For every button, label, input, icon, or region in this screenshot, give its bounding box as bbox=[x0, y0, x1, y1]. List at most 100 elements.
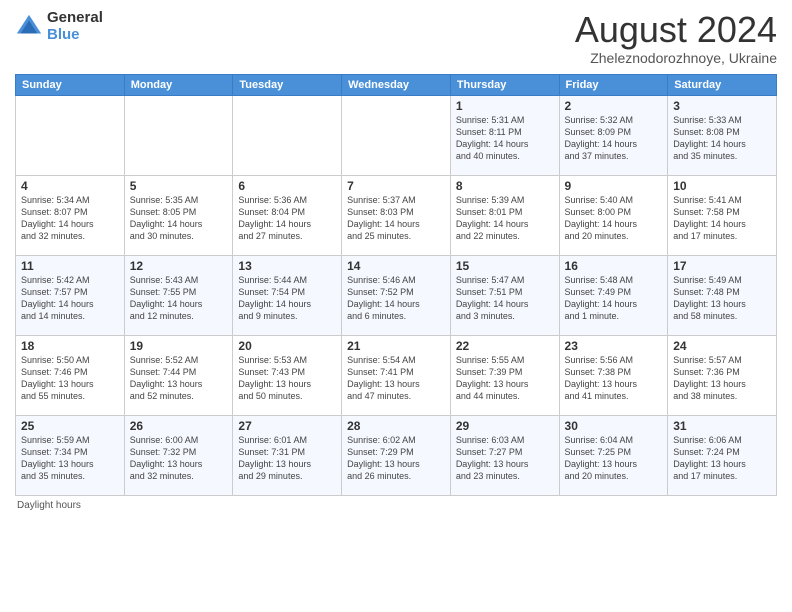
day-info: Sunrise: 6:01 AM Sunset: 7:31 PM Dayligh… bbox=[238, 434, 336, 483]
header-day: Wednesday bbox=[342, 74, 451, 95]
day-info: Sunrise: 5:36 AM Sunset: 8:04 PM Dayligh… bbox=[238, 194, 336, 243]
footer-text: Daylight hours bbox=[17, 500, 81, 511]
day-number: 1 bbox=[456, 99, 554, 113]
calendar-day: 8Sunrise: 5:39 AM Sunset: 8:01 PM Daylig… bbox=[450, 175, 559, 255]
calendar-week: 25Sunrise: 5:59 AM Sunset: 7:34 PM Dayli… bbox=[16, 415, 777, 495]
calendar-day: 13Sunrise: 5:44 AM Sunset: 7:54 PM Dayli… bbox=[233, 255, 342, 335]
calendar-day: 18Sunrise: 5:50 AM Sunset: 7:46 PM Dayli… bbox=[16, 335, 125, 415]
calendar-day: 16Sunrise: 5:48 AM Sunset: 7:49 PM Dayli… bbox=[559, 255, 668, 335]
day-info: Sunrise: 6:00 AM Sunset: 7:32 PM Dayligh… bbox=[130, 434, 228, 483]
day-number: 21 bbox=[347, 339, 445, 353]
header-day: Friday bbox=[559, 74, 668, 95]
header-day: Sunday bbox=[16, 74, 125, 95]
calendar-day: 11Sunrise: 5:42 AM Sunset: 7:57 PM Dayli… bbox=[16, 255, 125, 335]
day-info: Sunrise: 5:46 AM Sunset: 7:52 PM Dayligh… bbox=[347, 274, 445, 323]
day-info: Sunrise: 5:48 AM Sunset: 7:49 PM Dayligh… bbox=[565, 274, 663, 323]
page: General Blue August 2024 Zheleznodorozhn… bbox=[0, 0, 792, 612]
day-info: Sunrise: 5:40 AM Sunset: 8:00 PM Dayligh… bbox=[565, 194, 663, 243]
day-number: 30 bbox=[565, 419, 663, 433]
calendar-day: 19Sunrise: 5:52 AM Sunset: 7:44 PM Dayli… bbox=[124, 335, 233, 415]
day-number: 24 bbox=[673, 339, 771, 353]
calendar-day: 1Sunrise: 5:31 AM Sunset: 8:11 PM Daylig… bbox=[450, 95, 559, 175]
month-title: August 2024 bbox=[575, 10, 777, 50]
day-info: Sunrise: 5:54 AM Sunset: 7:41 PM Dayligh… bbox=[347, 354, 445, 403]
calendar-day: 4Sunrise: 5:34 AM Sunset: 8:07 PM Daylig… bbox=[16, 175, 125, 255]
calendar-day: 2Sunrise: 5:32 AM Sunset: 8:09 PM Daylig… bbox=[559, 95, 668, 175]
header-day: Saturday bbox=[668, 74, 777, 95]
calendar-header: SundayMondayTuesdayWednesdayThursdayFrid… bbox=[16, 74, 777, 95]
calendar-day: 27Sunrise: 6:01 AM Sunset: 7:31 PM Dayli… bbox=[233, 415, 342, 495]
calendar-day: 5Sunrise: 5:35 AM Sunset: 8:05 PM Daylig… bbox=[124, 175, 233, 255]
day-number: 29 bbox=[456, 419, 554, 433]
calendar-day bbox=[233, 95, 342, 175]
calendar-day bbox=[124, 95, 233, 175]
calendar-day: 7Sunrise: 5:37 AM Sunset: 8:03 PM Daylig… bbox=[342, 175, 451, 255]
calendar-day: 9Sunrise: 5:40 AM Sunset: 8:00 PM Daylig… bbox=[559, 175, 668, 255]
day-info: Sunrise: 5:33 AM Sunset: 8:08 PM Dayligh… bbox=[673, 114, 771, 163]
calendar-day: 14Sunrise: 5:46 AM Sunset: 7:52 PM Dayli… bbox=[342, 255, 451, 335]
calendar-day: 24Sunrise: 5:57 AM Sunset: 7:36 PM Dayli… bbox=[668, 335, 777, 415]
day-number: 3 bbox=[673, 99, 771, 113]
day-number: 14 bbox=[347, 259, 445, 273]
calendar-day: 12Sunrise: 5:43 AM Sunset: 7:55 PM Dayli… bbox=[124, 255, 233, 335]
calendar-day: 3Sunrise: 5:33 AM Sunset: 8:08 PM Daylig… bbox=[668, 95, 777, 175]
calendar-day: 21Sunrise: 5:54 AM Sunset: 7:41 PM Dayli… bbox=[342, 335, 451, 415]
calendar-day: 25Sunrise: 5:59 AM Sunset: 7:34 PM Dayli… bbox=[16, 415, 125, 495]
calendar-day: 30Sunrise: 6:04 AM Sunset: 7:25 PM Dayli… bbox=[559, 415, 668, 495]
header-day: Monday bbox=[124, 74, 233, 95]
day-number: 17 bbox=[673, 259, 771, 273]
day-info: Sunrise: 5:47 AM Sunset: 7:51 PM Dayligh… bbox=[456, 274, 554, 323]
day-info: Sunrise: 5:49 AM Sunset: 7:48 PM Dayligh… bbox=[673, 274, 771, 323]
day-info: Sunrise: 5:34 AM Sunset: 8:07 PM Dayligh… bbox=[21, 194, 119, 243]
calendar-day: 17Sunrise: 5:49 AM Sunset: 7:48 PM Dayli… bbox=[668, 255, 777, 335]
day-info: Sunrise: 5:59 AM Sunset: 7:34 PM Dayligh… bbox=[21, 434, 119, 483]
calendar-week: 11Sunrise: 5:42 AM Sunset: 7:57 PM Dayli… bbox=[16, 255, 777, 335]
day-info: Sunrise: 5:35 AM Sunset: 8:05 PM Dayligh… bbox=[130, 194, 228, 243]
day-number: 27 bbox=[238, 419, 336, 433]
day-number: 13 bbox=[238, 259, 336, 273]
day-number: 7 bbox=[347, 179, 445, 193]
day-number: 4 bbox=[21, 179, 119, 193]
calendar-day: 10Sunrise: 5:41 AM Sunset: 7:58 PM Dayli… bbox=[668, 175, 777, 255]
day-number: 26 bbox=[130, 419, 228, 433]
calendar-week: 18Sunrise: 5:50 AM Sunset: 7:46 PM Dayli… bbox=[16, 335, 777, 415]
day-number: 31 bbox=[673, 419, 771, 433]
day-info: Sunrise: 5:43 AM Sunset: 7:55 PM Dayligh… bbox=[130, 274, 228, 323]
day-number: 10 bbox=[673, 179, 771, 193]
day-number: 12 bbox=[130, 259, 228, 273]
day-number: 16 bbox=[565, 259, 663, 273]
day-number: 5 bbox=[130, 179, 228, 193]
day-info: Sunrise: 5:44 AM Sunset: 7:54 PM Dayligh… bbox=[238, 274, 336, 323]
day-number: 2 bbox=[565, 99, 663, 113]
footer-note: Daylight hours bbox=[15, 500, 777, 511]
day-info: Sunrise: 6:02 AM Sunset: 7:29 PM Dayligh… bbox=[347, 434, 445, 483]
logo: General Blue bbox=[15, 10, 103, 43]
day-number: 28 bbox=[347, 419, 445, 433]
day-info: Sunrise: 5:55 AM Sunset: 7:39 PM Dayligh… bbox=[456, 354, 554, 403]
day-number: 15 bbox=[456, 259, 554, 273]
calendar-day: 15Sunrise: 5:47 AM Sunset: 7:51 PM Dayli… bbox=[450, 255, 559, 335]
logo-general: General bbox=[47, 10, 103, 27]
day-number: 19 bbox=[130, 339, 228, 353]
day-number: 8 bbox=[456, 179, 554, 193]
day-info: Sunrise: 5:52 AM Sunset: 7:44 PM Dayligh… bbox=[130, 354, 228, 403]
day-info: Sunrise: 5:50 AM Sunset: 7:46 PM Dayligh… bbox=[21, 354, 119, 403]
header-day: Tuesday bbox=[233, 74, 342, 95]
calendar-week: 1Sunrise: 5:31 AM Sunset: 8:11 PM Daylig… bbox=[16, 95, 777, 175]
day-info: Sunrise: 5:53 AM Sunset: 7:43 PM Dayligh… bbox=[238, 354, 336, 403]
calendar-body: 1Sunrise: 5:31 AM Sunset: 8:11 PM Daylig… bbox=[16, 95, 777, 495]
logo-blue: Blue bbox=[47, 27, 103, 44]
header-day: Thursday bbox=[450, 74, 559, 95]
day-info: Sunrise: 5:41 AM Sunset: 7:58 PM Dayligh… bbox=[673, 194, 771, 243]
day-info: Sunrise: 6:04 AM Sunset: 7:25 PM Dayligh… bbox=[565, 434, 663, 483]
calendar-day: 22Sunrise: 5:55 AM Sunset: 7:39 PM Dayli… bbox=[450, 335, 559, 415]
calendar-day: 23Sunrise: 5:56 AM Sunset: 7:38 PM Dayli… bbox=[559, 335, 668, 415]
header: General Blue August 2024 Zheleznodorozhn… bbox=[15, 10, 777, 66]
day-info: Sunrise: 5:32 AM Sunset: 8:09 PM Dayligh… bbox=[565, 114, 663, 163]
logo-icon bbox=[15, 13, 43, 41]
header-row: SundayMondayTuesdayWednesdayThursdayFrid… bbox=[16, 74, 777, 95]
day-info: Sunrise: 6:03 AM Sunset: 7:27 PM Dayligh… bbox=[456, 434, 554, 483]
day-info: Sunrise: 5:42 AM Sunset: 7:57 PM Dayligh… bbox=[21, 274, 119, 323]
calendar-day: 28Sunrise: 6:02 AM Sunset: 7:29 PM Dayli… bbox=[342, 415, 451, 495]
day-info: Sunrise: 5:31 AM Sunset: 8:11 PM Dayligh… bbox=[456, 114, 554, 163]
